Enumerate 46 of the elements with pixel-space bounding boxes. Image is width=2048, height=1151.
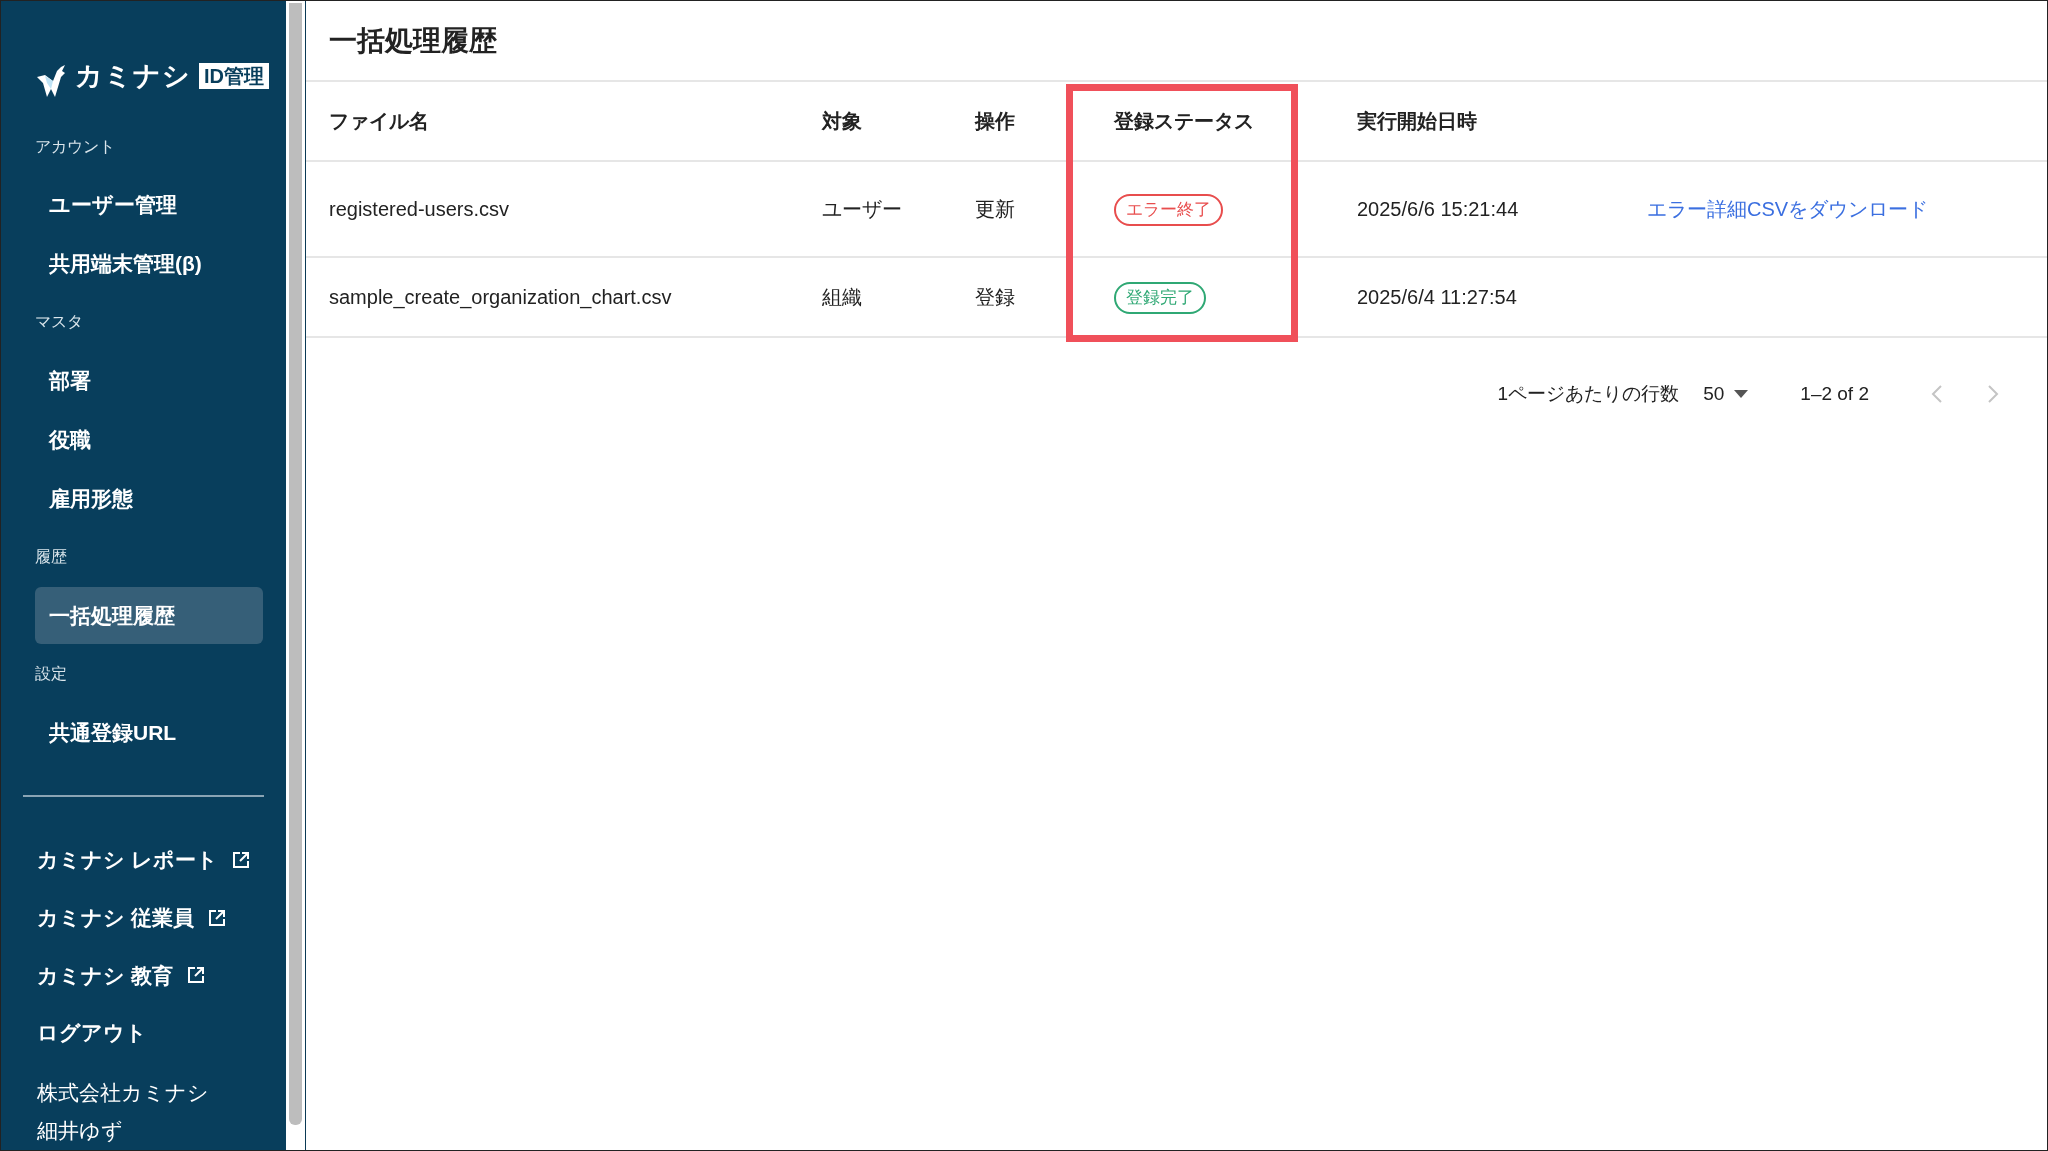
- table-cell-text: registered-users.csv: [328, 197, 511, 222]
- rows-per-page-select[interactable]: 50: [1703, 379, 1749, 409]
- section-label: 履歴: [35, 547, 67, 568]
- column-header: 登録ステータス: [1114, 109, 1254, 134]
- nav-link[interactable]: カミナシ 教育: [1, 946, 286, 1005]
- external-link-icon: [231, 850, 250, 869]
- table-cell-text: 更新: [975, 197, 1016, 222]
- scrollbar-thumb[interactable]: [289, 3, 302, 1125]
- nav-link[interactable]: ログアウト: [1, 1004, 286, 1062]
- nav-item[interactable]: 部署: [35, 352, 263, 410]
- table-cell-text: 2025/6/6 15:21:44: [1356, 197, 1520, 222]
- column-header: 対象: [822, 109, 862, 134]
- nav-item[interactable]: 雇用形態: [35, 470, 263, 528]
- column-header: 操作: [975, 109, 1015, 134]
- company-name: 株式会社カミナシ: [37, 1079, 210, 1106]
- column-header: ファイル名: [329, 109, 429, 134]
- rows-per-page-label: 1ページあたりの行数: [1497, 381, 1680, 406]
- nav-item[interactable]: 共通登録URL: [35, 703, 263, 761]
- chevron-right-icon: [1987, 384, 1999, 404]
- nav-item[interactable]: 一括処理履歴: [35, 587, 263, 645]
- page-range: 1–2 of 2: [1800, 381, 1869, 406]
- section-label: マスタ: [35, 312, 83, 333]
- table-cell-text: 登録: [975, 285, 1016, 310]
- nav-link[interactable]: カミナシ 従業員: [1, 888, 286, 947]
- table-cell-text: sample_create_organization_chart.csv: [328, 285, 673, 311]
- page-title: 一括処理履歴: [306, 1, 2047, 82]
- chevron-left-icon: [1931, 384, 1943, 404]
- column-header: 実行開始日時: [1357, 109, 1477, 134]
- status-badge: エラー終了: [1114, 193, 1223, 226]
- external-link-icon: [207, 908, 226, 927]
- caret-icon: [1734, 390, 1749, 398]
- nav-link[interactable]: カミナシ レポート: [1, 830, 286, 889]
- logo-text: カミナシ: [75, 63, 191, 90]
- download-link[interactable]: エラー詳細CSVをダウンロード: [1647, 198, 1929, 220]
- nav-item[interactable]: 役職: [35, 411, 263, 469]
- user-name: 細井ゆず: [37, 1117, 124, 1144]
- logo-badge: ID管理: [199, 63, 269, 89]
- external-link-icon: [186, 966, 205, 985]
- table-cell-text: 2025/6/4 11:27:54: [1356, 285, 1518, 310]
- section-label: アカウント: [35, 136, 115, 157]
- nav-item[interactable]: 共用端末管理(β): [35, 235, 263, 293]
- table-cell-text: 組織: [822, 285, 863, 310]
- table-cell-text: ユーザー: [822, 197, 903, 222]
- nav-item[interactable]: ユーザー管理: [35, 176, 263, 234]
- status-badge: 登録完了: [1114, 281, 1206, 314]
- section-label: 設定: [35, 664, 67, 684]
